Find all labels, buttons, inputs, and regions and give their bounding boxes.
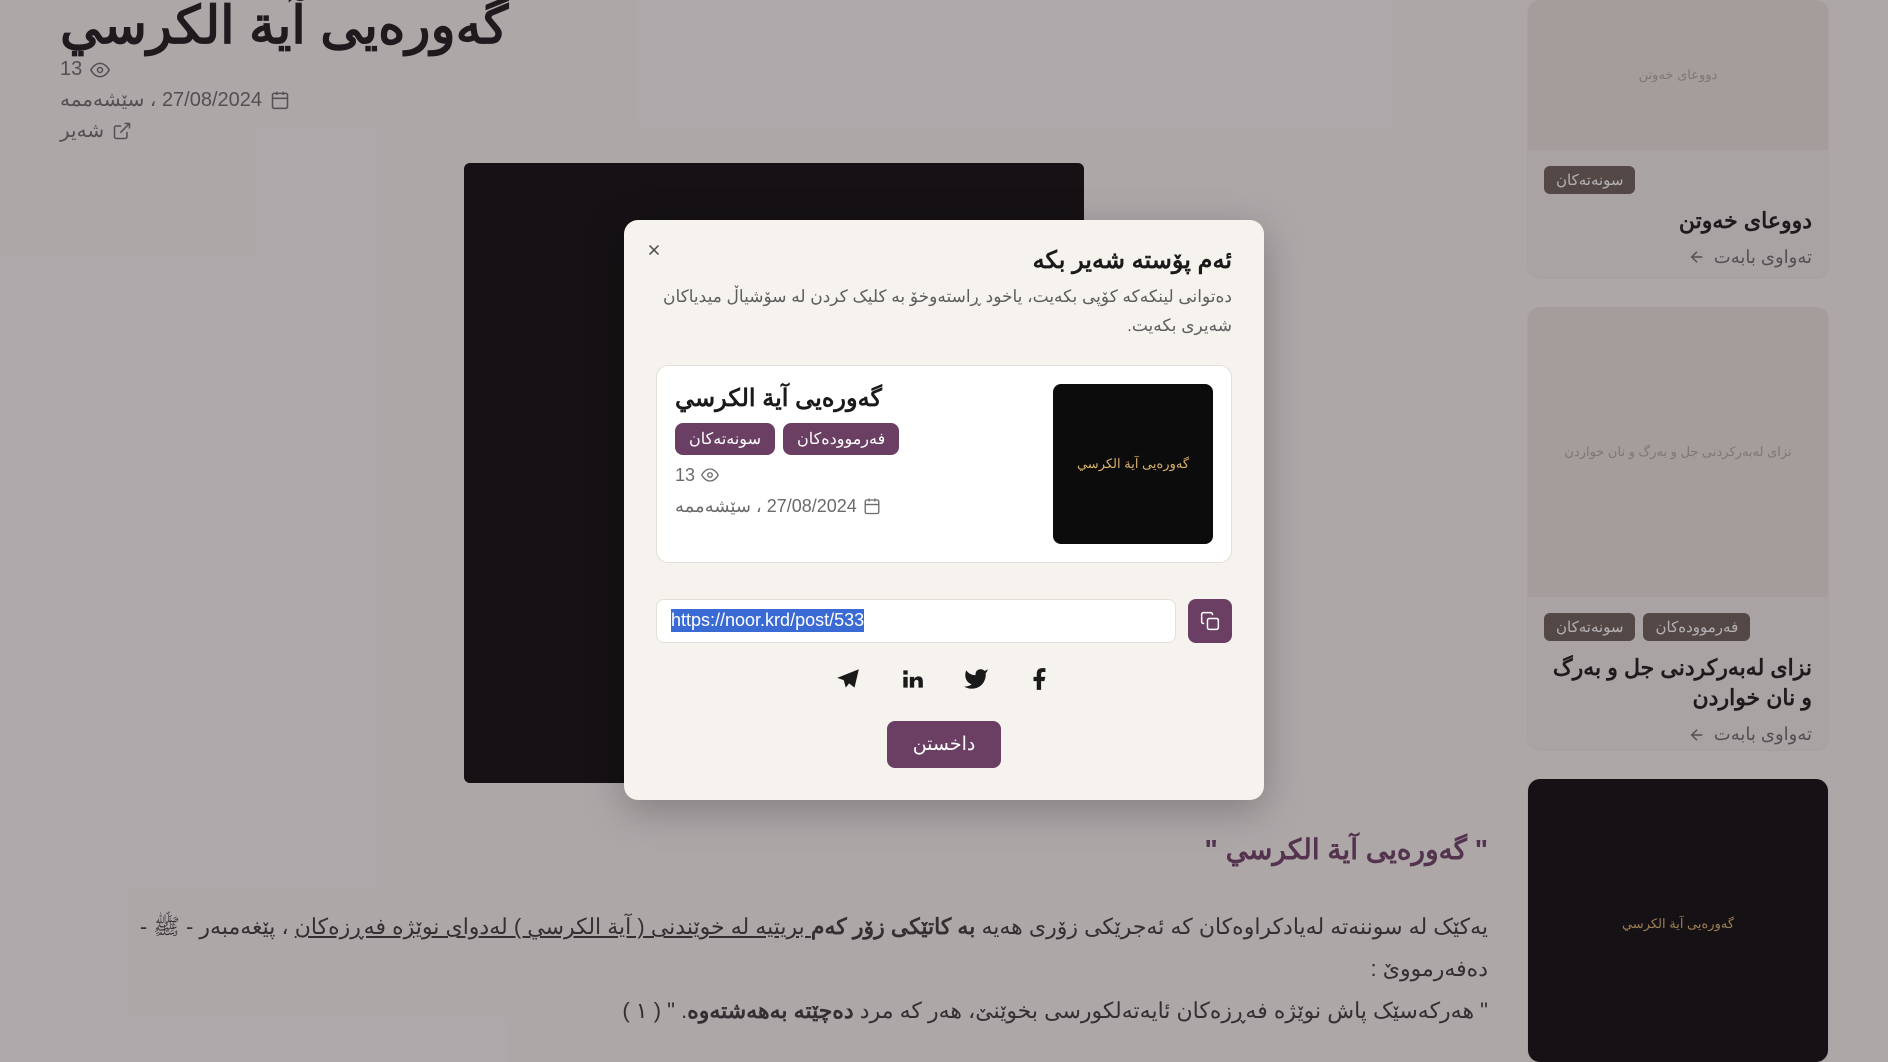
- preview-thumb: گەورەیی آیة الكرسي: [1053, 384, 1213, 544]
- close-button[interactable]: داخستن: [887, 721, 1002, 768]
- facebook-icon: [1027, 666, 1053, 692]
- twitter-icon: [963, 666, 989, 692]
- tag: فەرموودەکان: [783, 423, 899, 455]
- eye-icon: [701, 466, 719, 484]
- tag: سونەتەکان: [675, 423, 775, 455]
- telegram-share[interactable]: [834, 665, 862, 693]
- preview-views: 13: [675, 465, 719, 486]
- social-row: [656, 665, 1232, 693]
- linkedin-icon: [899, 666, 925, 692]
- preview-date: 27/08/2024 ، سێشەممە: [675, 496, 881, 517]
- twitter-share[interactable]: [962, 665, 990, 693]
- telegram-icon: [835, 666, 861, 692]
- url-row: https://noor.krd/post/533: [656, 599, 1232, 643]
- facebook-share[interactable]: [1026, 665, 1054, 693]
- preview-tags: فەرموودەکان سونەتەکان: [675, 423, 899, 455]
- modal-overlay[interactable]: ئەم پۆستە شەیر بکە دەتوانی لینکەکە کۆپی …: [0, 0, 1888, 1062]
- share-preview-card: گەورەیی آیة الكرسي گەورەیی آیة الكرسي فە…: [656, 365, 1232, 563]
- share-modal: ئەم پۆستە شەیر بکە دەتوانی لینکەکە کۆپی …: [624, 220, 1264, 800]
- preview-title: گەورەیی آیة الكرسي: [675, 384, 882, 413]
- close-icon[interactable]: [642, 238, 666, 262]
- linkedin-share[interactable]: [898, 665, 926, 693]
- url-text: https://noor.krd/post/533: [671, 609, 864, 632]
- copy-button[interactable]: [1188, 599, 1232, 643]
- modal-title: ئەم پۆستە شەیر بکە: [656, 246, 1232, 275]
- url-input[interactable]: https://noor.krd/post/533: [656, 599, 1176, 643]
- calendar-icon: [863, 497, 881, 515]
- modal-subtitle: دەتوانی لینکەکە کۆپی بکەیت، یاخود ڕاستەو…: [656, 283, 1232, 341]
- copy-icon: [1200, 611, 1220, 631]
